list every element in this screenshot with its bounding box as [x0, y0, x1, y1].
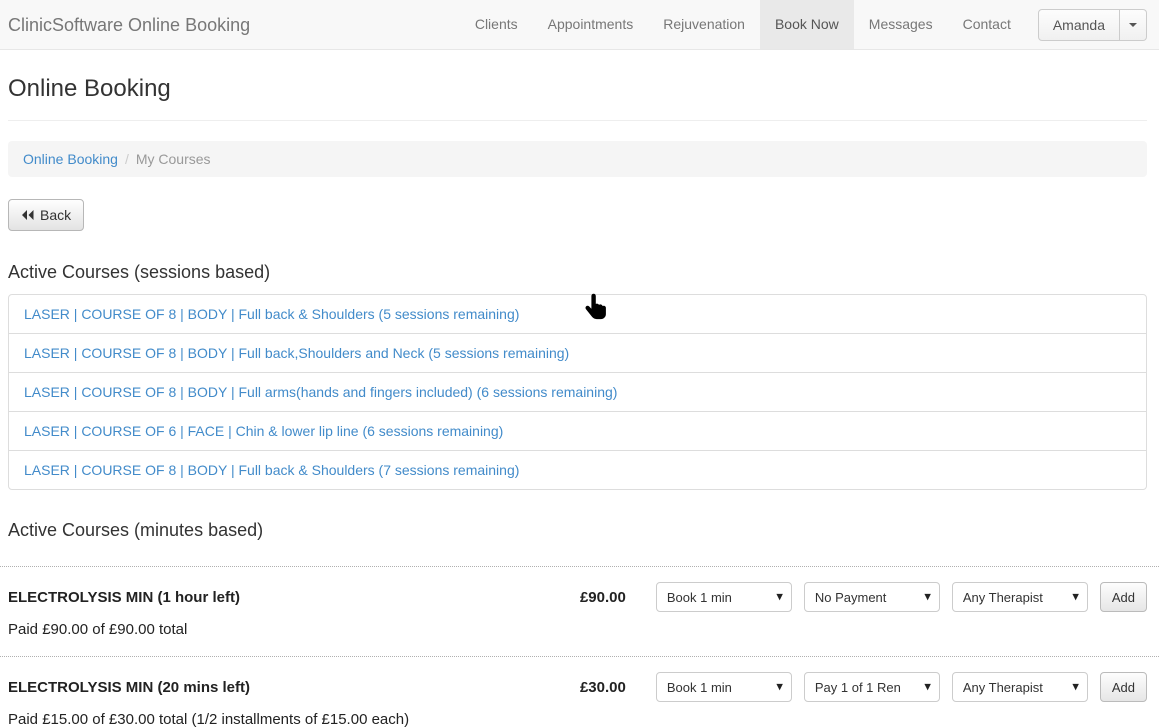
breadcrumb-current: My Courses	[136, 151, 211, 167]
paid-status: Paid £15.00 of £30.00 total (1/2 install…	[8, 711, 1147, 728]
course-link[interactable]: LASER | COURSE OF 8 | BODY | Full back &…	[8, 450, 1147, 490]
dotted-divider	[0, 656, 1159, 657]
course-name: ELECTROLYSIS MIN (20 mins left)	[8, 679, 580, 696]
dotted-divider	[0, 566, 1159, 567]
book-duration-select-wrap: Book 1 min	[656, 672, 792, 702]
breadcrumb: Online Booking / My Courses	[8, 141, 1147, 177]
course-link[interactable]: LASER | COURSE OF 8 | BODY | Full arms(h…	[8, 372, 1147, 412]
course-name: ELECTROLYSIS MIN (1 hour left)	[8, 589, 580, 606]
therapist-select[interactable]: Any Therapist	[952, 672, 1088, 702]
back-button[interactable]: Back	[8, 199, 84, 231]
page-title: Online Booking	[8, 75, 1147, 121]
caret-down-icon	[1129, 23, 1137, 27]
nav-item-rejuvenation[interactable]: Rejuvenation	[648, 0, 760, 49]
sessions-section-heading: Active Courses (sessions based)	[8, 262, 1147, 283]
brand-title[interactable]: ClinicSoftware Online Booking	[8, 0, 250, 49]
payment-select-wrap: No Payment	[804, 582, 940, 612]
course-link[interactable]: LASER | COURSE OF 6 | FACE | Chin & lowe…	[8, 411, 1147, 451]
therapist-select[interactable]: Any Therapist	[952, 582, 1088, 612]
minutes-course-row: ELECTROLYSIS MIN (20 mins left) £30.00 B…	[8, 672, 1147, 728]
book-duration-select-wrap: Book 1 min	[656, 582, 792, 612]
course-price: £90.00	[580, 589, 626, 606]
minutes-course-row: ELECTROLYSIS MIN (1 hour left) £90.00 Bo…	[8, 582, 1147, 638]
back-button-label: Back	[40, 207, 71, 223]
nav-item-contact[interactable]: Contact	[948, 0, 1026, 49]
user-button[interactable]: Amanda	[1038, 9, 1120, 41]
payment-select[interactable]: No Payment	[804, 582, 940, 612]
breadcrumb-separator: /	[125, 151, 129, 167]
payment-select-wrap: Pay 1 of 1 Ren	[804, 672, 940, 702]
sessions-course-list: LASER | COURSE OF 8 | BODY | Full back &…	[8, 294, 1147, 490]
nav-item-appointments[interactable]: Appointments	[533, 0, 649, 49]
nav-item-messages[interactable]: Messages	[854, 0, 948, 49]
course-link[interactable]: LASER | COURSE OF 8 | BODY | Full back,S…	[8, 333, 1147, 373]
minutes-section-heading: Active Courses (minutes based)	[8, 520, 1147, 541]
top-navbar: ClinicSoftware Online Booking Clients Ap…	[0, 0, 1159, 50]
therapist-select-wrap: Any Therapist	[952, 582, 1088, 612]
course-price: £30.00	[580, 679, 626, 696]
therapist-select-wrap: Any Therapist	[952, 672, 1088, 702]
payment-select[interactable]: Pay 1 of 1 Ren	[804, 672, 940, 702]
main-nav: Clients Appointments Rejuvenation Book N…	[460, 0, 1026, 49]
add-button[interactable]: Add	[1100, 582, 1147, 612]
course-link[interactable]: LASER | COURSE OF 8 | BODY | Full back &…	[8, 294, 1147, 334]
paid-status: Paid £90.00 of £90.00 total	[8, 621, 1147, 638]
nav-item-clients[interactable]: Clients	[460, 0, 533, 49]
user-menu: Amanda	[1038, 9, 1147, 41]
book-duration-select[interactable]: Book 1 min	[656, 582, 792, 612]
book-duration-select[interactable]: Book 1 min	[656, 672, 792, 702]
breadcrumb-online-booking[interactable]: Online Booking	[23, 151, 118, 167]
add-button[interactable]: Add	[1100, 672, 1147, 702]
user-dropdown-toggle[interactable]	[1120, 9, 1147, 41]
backward-icon	[21, 209, 34, 221]
nav-item-book-now[interactable]: Book Now	[760, 0, 854, 49]
